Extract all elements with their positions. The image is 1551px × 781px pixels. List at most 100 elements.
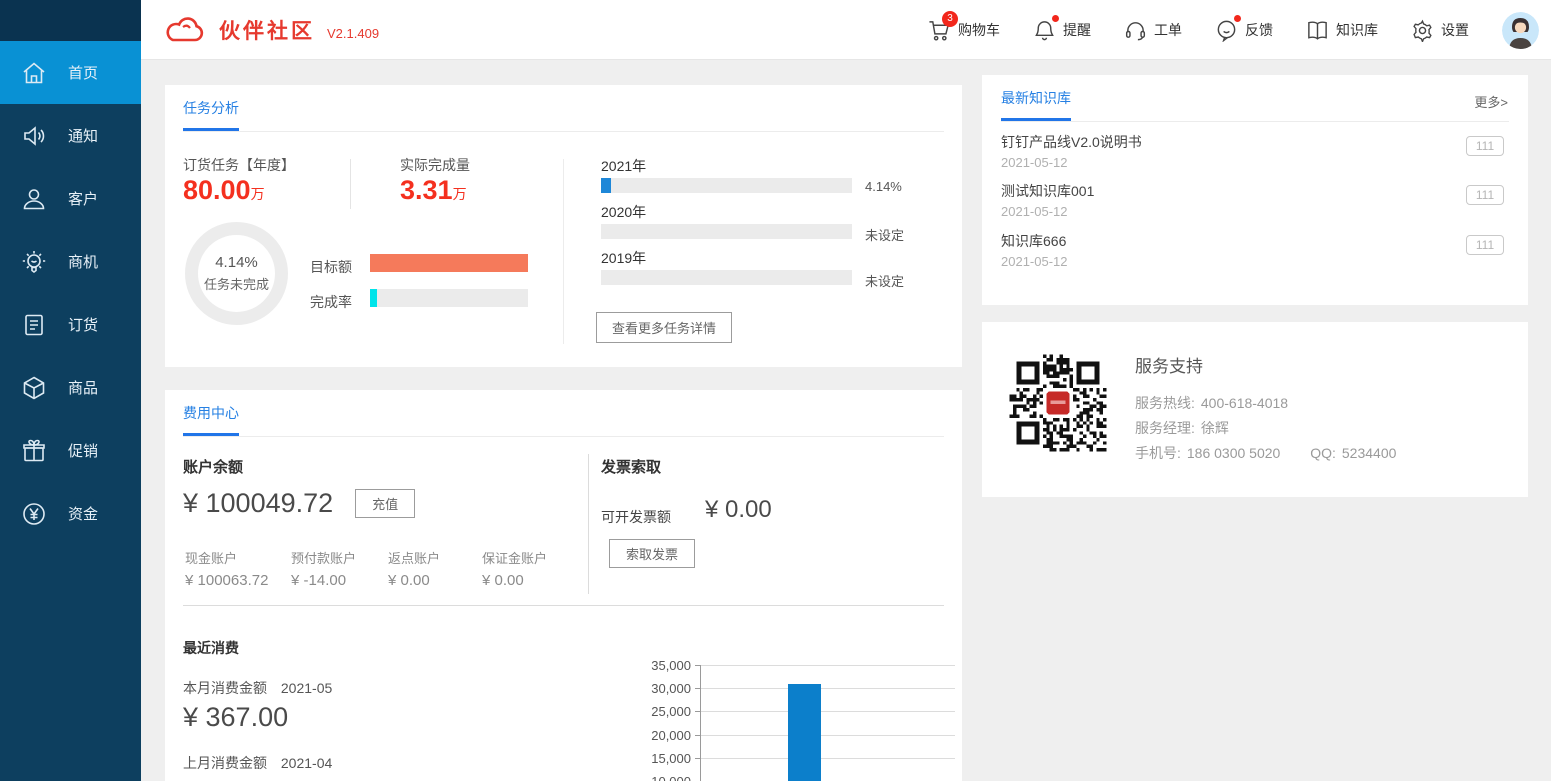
order-task-label: 订货任务【年度】 <box>183 155 295 175</box>
hotline-value: 400-618-4018 <box>1201 395 1288 411</box>
manager-value: 徐辉 <box>1201 420 1229 436</box>
target-bar <box>370 254 528 272</box>
y-tick: 30,000 <box>635 681 691 696</box>
knowledge-base-button[interactable]: 知识库 <box>1306 19 1378 42</box>
completion-bar-label: 完成率 <box>310 292 352 312</box>
y-tick: 25,000 <box>635 704 691 719</box>
sidebar-item-label: 客户 <box>68 188 98 209</box>
hotline-label: 服务热线: <box>1135 395 1195 411</box>
gridline: 35,000 <box>701 665 955 666</box>
y-tick: 15,000 <box>635 751 691 766</box>
document-icon <box>21 312 47 338</box>
knowledge-base-card: 最新知识库 更多> 钉钉产品线V2.0说明书 2021-05-12 111 测试… <box>982 75 1528 305</box>
cloud-logo-icon <box>163 16 205 44</box>
actual-unit: 万 <box>453 186 467 202</box>
year-2020-bar <box>601 224 852 239</box>
target-bar-label: 目标额 <box>310 257 352 277</box>
phone-label: 手机号: <box>1135 445 1181 461</box>
knowledge-item-title[interactable]: 钉钉产品线V2.0说明书 <box>1001 132 1142 152</box>
prepay-account-label: 预付款账户 <box>291 548 356 567</box>
knowledge-item-badge: 111 <box>1466 136 1504 156</box>
feedback-dot <box>1234 15 1241 22</box>
divider <box>563 159 564 344</box>
qq-value: 5234400 <box>1342 445 1397 461</box>
feedback-button[interactable]: 反馈 <box>1215 19 1273 42</box>
deposit-account-value: ¥ 0.00 <box>482 572 547 589</box>
header-actions: 3 购物车 提醒 工单 反馈 知识库 设置 <box>928 0 1539 60</box>
feedback-label: 反馈 <box>1245 20 1273 40</box>
sidebar-item-product[interactable]: 商品 <box>0 356 141 419</box>
tab-latest-knowledge[interactable]: 最新知识库 <box>1001 88 1071 121</box>
sidebar: 首页 通知 客户 商机 订货 商品 促销 资金 <box>0 0 141 781</box>
sidebar-item-opportunity[interactable]: 商机 <box>0 230 141 293</box>
tab-fee-center[interactable]: 费用中心 <box>183 403 239 436</box>
y-axis <box>700 665 701 781</box>
main-content: 任务分析 订货任务【年度】 80.00万 实际完成量 3.31万 4.14% 任… <box>141 60 1551 781</box>
sidebar-item-label: 通知 <box>68 125 98 146</box>
donut-caption: 任务未完成 <box>198 274 275 293</box>
sidebar-item-notice[interactable]: 通知 <box>0 104 141 167</box>
request-invoice-button[interactable]: 索取发票 <box>609 539 695 568</box>
sidebar-item-promotion[interactable]: 促销 <box>0 419 141 482</box>
task-donut-chart: 4.14% 任务未完成 <box>185 222 288 325</box>
this-month-value: ¥ 367.00 <box>183 702 288 733</box>
feedback-icon <box>1215 19 1238 42</box>
year-2019-value: 未设定 <box>865 271 904 290</box>
header: 伙伴社区 V2.1.409 3 购物车 提醒 工单 反馈 知识库 设置 <box>141 0 1551 60</box>
view-more-tasks-button[interactable]: 查看更多任务详情 <box>596 312 732 343</box>
reminder-button[interactable]: 提醒 <box>1033 19 1091 42</box>
this-month-date: 2021-05 <box>281 680 332 696</box>
this-month-label: 本月消费金额 <box>183 680 267 696</box>
sidebar-item-home[interactable]: 首页 <box>0 41 141 104</box>
sidebar-item-customer[interactable]: 客户 <box>0 167 141 230</box>
reminder-dot <box>1052 15 1059 22</box>
knowledge-item-date: 2021-05-12 <box>1001 155 1068 170</box>
knowledge-item-date: 2021-05-12 <box>1001 254 1068 269</box>
gear-icon <box>1411 19 1434 42</box>
more-knowledge-link[interactable]: 更多> <box>1474 92 1508 111</box>
bell-icon <box>1033 19 1056 42</box>
app-version: V2.1.409 <box>327 26 379 41</box>
sidebar-item-order[interactable]: 订货 <box>0 293 141 356</box>
sidebar-top-block <box>0 0 141 41</box>
knowledge-item-title[interactable]: 知识库666 <box>1001 231 1066 251</box>
recharge-button[interactable]: 充值 <box>355 489 415 518</box>
actual-value: 3.31万 <box>400 175 467 206</box>
app-logo: 伙伴社区 V2.1.409 <box>163 15 379 45</box>
cart-badge: 3 <box>942 11 958 27</box>
cart-button[interactable]: 3 购物车 <box>928 19 1000 42</box>
person-icon <box>21 186 47 212</box>
task-analysis-card: 任务分析 订货任务【年度】 80.00万 实际完成量 3.31万 4.14% 任… <box>165 85 962 367</box>
phone-value: 186 0300 5020 <box>1187 445 1280 461</box>
gridline: 25,000 <box>701 711 955 712</box>
this-month-row: 本月消费金额 2021-05 <box>183 678 332 698</box>
service-phone-line: 手机号:186 0300 5020 QQ:5234400 <box>1135 443 1396 463</box>
invoice-value: ¥ 0.00 <box>705 496 772 524</box>
settings-label: 设置 <box>1441 20 1469 40</box>
user-avatar[interactable] <box>1502 12 1539 49</box>
knowledge-item-title[interactable]: 测试知识库001 <box>1001 181 1094 201</box>
last-month-date: 2021-04 <box>281 755 332 771</box>
year-2020-value: 未设定 <box>865 225 904 244</box>
gridline: 30,000 <box>701 688 955 689</box>
invoice-title: 发票索取 <box>601 456 661 477</box>
cash-account-label: 现金账户 <box>185 548 268 567</box>
divider <box>183 605 944 606</box>
bulb-icon <box>21 249 47 275</box>
tab-task-analysis[interactable]: 任务分析 <box>183 98 239 131</box>
service-manager-line: 服务经理: 徐辉 <box>1135 418 1229 438</box>
last-month-label: 上月消费金额 <box>183 755 267 771</box>
divider <box>1001 121 1509 122</box>
qr-code <box>1003 348 1113 458</box>
order-task-number: 80.00 <box>183 175 251 205</box>
year-2021-label: 2021年 <box>601 156 646 176</box>
settings-button[interactable]: 设置 <box>1411 19 1469 42</box>
workorder-button[interactable]: 工单 <box>1124 19 1182 42</box>
sidebar-item-funds[interactable]: 资金 <box>0 482 141 545</box>
sidebar-item-label: 资金 <box>68 503 98 524</box>
actual-label: 实际完成量 <box>400 155 470 175</box>
order-task-unit: 万 <box>251 186 265 202</box>
manager-label: 服务经理: <box>1135 420 1195 436</box>
balance-row: ¥ 100049.72 充值 <box>183 488 415 519</box>
divider <box>350 159 351 209</box>
